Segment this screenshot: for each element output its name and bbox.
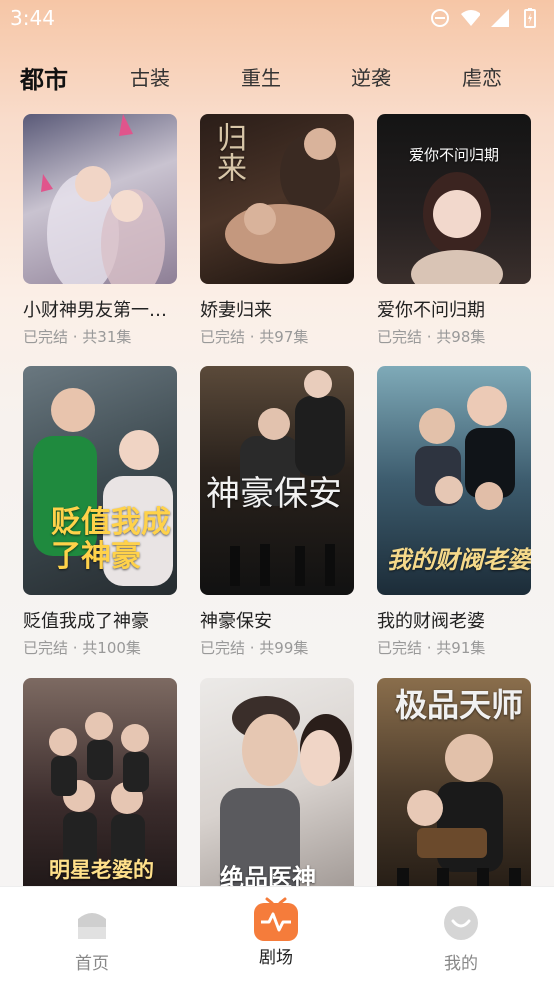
theater-icon (253, 897, 299, 943)
tab-rebirth[interactable]: 重生 (241, 62, 281, 91)
poster-text: 神豪保安 (206, 474, 342, 514)
nav-home-label: 首页 (75, 954, 109, 974)
nav-profile-label: 我的 (444, 954, 478, 974)
drama-card[interactable]: 我的财阀老婆 我的财阀老婆 已完结 · 共91集 (377, 366, 531, 658)
status-time: 3:44 (10, 6, 55, 30)
tab-counterattack[interactable]: 逆袭 (351, 62, 391, 91)
poster-text: 爱你不问归期 (409, 146, 500, 164)
drama-meta: 已完结 · 共98集 (377, 328, 486, 346)
drama-poster: 归来 (200, 114, 354, 284)
nav-home[interactable]: 首页 (42, 905, 142, 974)
drama-card[interactable]: 小财神男友第一… 已完结 · 共31集 (23, 114, 177, 347)
drama-title: 神豪保安 (200, 611, 272, 632)
poster-text: 绝品医神 (220, 863, 316, 886)
drama-meta: 已完结 · 共91集 (377, 639, 486, 657)
poster-art (41, 114, 165, 284)
bottom-nav: 首页 剧场 我的 (0, 886, 554, 986)
drama-card[interactable]: 明星老婆的 (23, 678, 177, 886)
do-not-disturb-icon (430, 8, 450, 28)
drama-card[interactable]: 贬值我成了神豪 贬值我成了神豪 已完结 · 共100集 (23, 366, 177, 658)
poster-text: 极品天师 (395, 686, 524, 724)
tab-costume[interactable]: 古装 (130, 62, 170, 91)
drama-poster (23, 114, 177, 284)
poster-art (220, 696, 352, 886)
drama-meta: 已完结 · 共97集 (200, 328, 309, 346)
nav-theater-label: 剧场 (259, 948, 293, 968)
drama-meta: 已完结 · 共31集 (23, 328, 132, 346)
drama-poster: 我的财阀老婆 (377, 366, 531, 595)
drama-poster: 爱你不问归期 (377, 114, 531, 284)
drama-title: 贬值我成了神豪 (23, 611, 149, 632)
drama-card[interactable]: 归来 娇妻归来 已完结 · 共97集 (200, 114, 354, 347)
drama-poster: 绝品医神 (200, 678, 354, 886)
drama-grid: 小财神男友第一… 已完结 · 共31集 归来 娇妻归来 已完结 · 共97集 爱… (0, 114, 554, 886)
nav-profile[interactable]: 我的 (411, 905, 511, 974)
drama-meta: 已完结 · 共100集 (23, 639, 141, 657)
poster-text: 我的财阀老婆 (387, 545, 531, 574)
poster-text: 归来 (211, 122, 246, 182)
drama-card[interactable]: 爱你不问归期 爱你不问归期 已完结 · 共98集 (377, 114, 531, 347)
drama-title: 我的财阀老婆 (377, 611, 485, 632)
drama-poster: 极品天师 (377, 678, 531, 886)
drama-meta: 已完结 · 共99集 (200, 639, 309, 657)
drama-poster: 贬值我成了神豪 (23, 366, 177, 595)
status-bar: 3:44 (0, 0, 554, 36)
poster-text: 明星老婆的 (49, 857, 154, 882)
wifi-icon (460, 8, 480, 28)
poster-text: 贬值我成了神豪 (51, 505, 171, 574)
drama-poster: 神豪保安 (200, 366, 354, 595)
profile-icon (443, 905, 479, 941)
drama-card[interactable]: 神豪保安 神豪保安 已完结 · 共99集 (200, 366, 354, 658)
tab-urban[interactable]: 都市 (20, 60, 68, 95)
drama-card[interactable]: 绝品医神 (200, 678, 354, 886)
tab-angst-romance[interactable]: 虐恋 (462, 62, 502, 91)
drama-card[interactable]: 极品天师 (377, 678, 531, 886)
drama-title: 娇妻归来 (200, 300, 272, 321)
nav-theater[interactable]: 剧场 (226, 897, 326, 968)
drama-title: 爱你不问归期 (377, 300, 485, 321)
battery-icon (520, 8, 540, 28)
category-tabs: 都市 古装 重生 逆袭 虐恋 (0, 52, 554, 102)
drama-title: 小财神男友第一… (23, 300, 167, 321)
drama-poster: 明星老婆的 (23, 678, 177, 886)
status-icons (430, 8, 540, 28)
home-icon (74, 905, 110, 941)
signal-icon (490, 8, 510, 28)
poster-art (411, 172, 503, 284)
